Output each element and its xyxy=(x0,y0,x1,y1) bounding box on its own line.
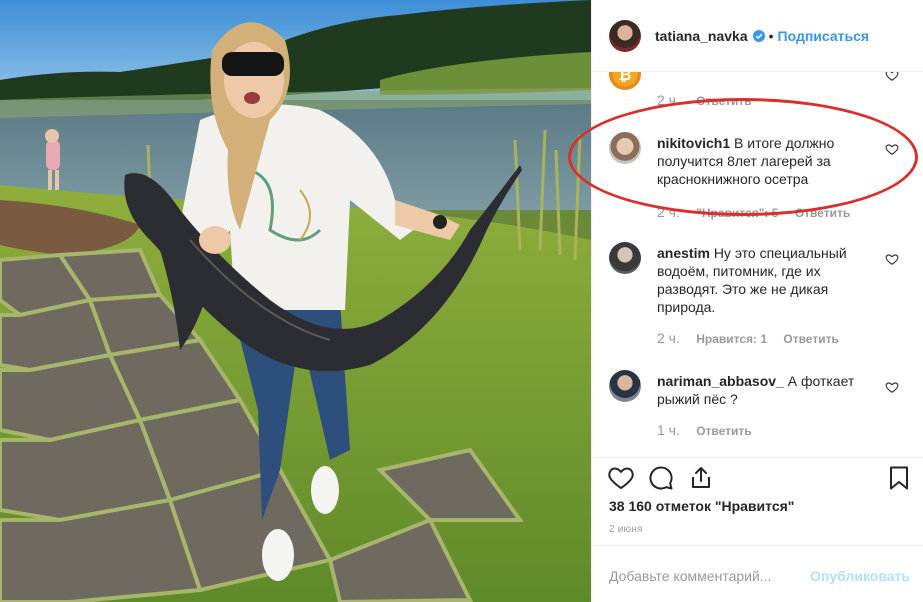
comment-avatar[interactable] xyxy=(609,132,641,164)
comment-body: nikitovich1 В итоге должно получится 8ле… xyxy=(657,134,877,188)
header-separator: • xyxy=(768,27,774,44)
svg-text:₿: ₿ xyxy=(618,72,631,84)
comment-reply-button[interactable]: Ответить xyxy=(696,424,751,438)
comment-like-heart-icon[interactable] xyxy=(885,252,899,266)
comment-body: anestim Ну это специальный водоём, питом… xyxy=(657,244,877,316)
comment-time[interactable]: 2 ч. xyxy=(657,92,680,108)
comment-author[interactable]: nikitovich1 xyxy=(657,135,730,151)
comment-body: nariman_abbasov_ А фоткает рыжий пёс ? xyxy=(657,372,877,408)
comment-meta: 2 ч. "Нравится": 5 Ответить xyxy=(657,204,863,220)
author-username[interactable]: tatiana_navka xyxy=(655,28,748,44)
author-avatar[interactable] xyxy=(609,19,641,52)
comment-time[interactable]: 2 ч. xyxy=(657,330,680,346)
comment-avatar[interactable]: ₿ xyxy=(609,72,641,90)
comment-avatar[interactable] xyxy=(609,370,641,402)
comment-meta: 1 ч. Ответить xyxy=(657,422,765,438)
comment-meta: 2 ч. Нравится: 1 Ответить xyxy=(657,330,852,346)
verified-badge-icon xyxy=(752,29,765,42)
post-side-panel: tatiana_navka • Подписаться ₿ 2 ч. Ответ… xyxy=(591,0,923,602)
post-likes-count[interactable]: 38 160 отметок "Нравится" xyxy=(609,498,794,514)
bitcoin-icon: ₿ xyxy=(618,72,631,84)
comments-list[interactable]: ₿ 2 ч. Ответить nikitovich1 В итоге долж… xyxy=(592,72,923,457)
post-date[interactable]: 2 июня xyxy=(609,524,643,535)
comment-reply-button[interactable]: Ответить xyxy=(696,94,751,108)
comment-author[interactable]: nariman_abbasov_ xyxy=(657,373,784,389)
comment-time[interactable]: 1 ч. xyxy=(657,422,680,438)
photo-image xyxy=(0,0,591,602)
comment-likes-count[interactable]: "Нравится": 5 xyxy=(696,206,778,220)
comment-like-heart-icon[interactable] xyxy=(885,72,899,82)
comment-reply-button[interactable]: Ответить xyxy=(783,332,838,346)
comment-avatar[interactable] xyxy=(609,242,641,274)
heart-icon[interactable] xyxy=(608,465,634,491)
comment-like-heart-icon[interactable] xyxy=(885,380,899,394)
comment-input[interactable]: Добавьте комментарий... xyxy=(609,568,771,584)
comment-reply-button[interactable]: Ответить xyxy=(795,206,850,220)
comment-meta: 2 ч. Ответить xyxy=(657,92,765,108)
post-photo[interactable] xyxy=(0,0,591,602)
add-comment-bar: Добавьте комментарий... Опубликовать xyxy=(592,545,923,602)
publish-button[interactable]: Опубликовать xyxy=(810,568,910,584)
post-actions: 38 160 отметок "Нравится" 2 июня xyxy=(592,457,923,557)
bookmark-icon[interactable] xyxy=(886,465,912,491)
comment-bubble-icon[interactable] xyxy=(648,465,674,491)
follow-button[interactable]: Подписаться xyxy=(778,28,870,44)
comment-likes-count[interactable]: Нравится: 1 xyxy=(696,332,767,346)
comment-like-heart-icon[interactable] xyxy=(885,142,899,156)
share-icon[interactable] xyxy=(688,465,714,491)
post-header: tatiana_navka • Подписаться xyxy=(592,0,923,72)
comment-author[interactable]: anestim xyxy=(657,245,710,261)
comment-time[interactable]: 2 ч. xyxy=(657,204,680,220)
